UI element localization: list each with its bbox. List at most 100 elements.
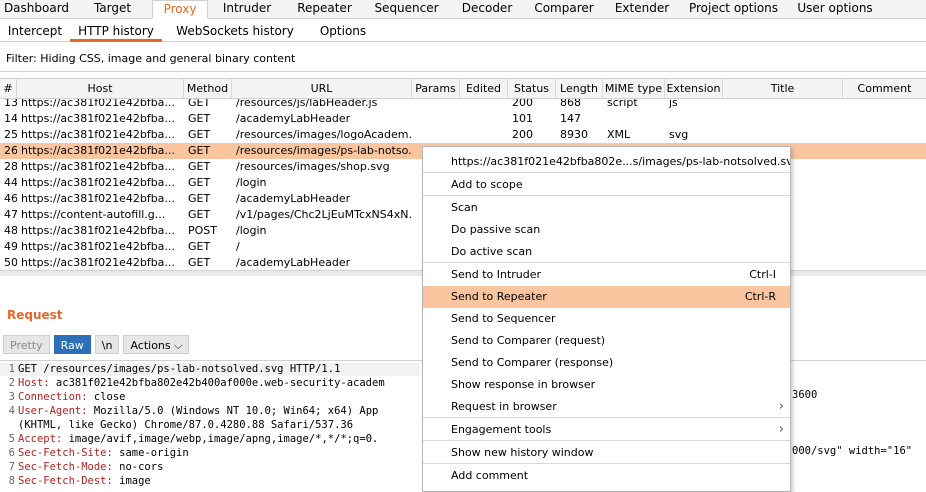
- menu-item-label: Add to scope: [451, 178, 523, 191]
- main-tab-bar: Dashboard Target Proxy Intruder Repeater…: [0, 0, 926, 19]
- row-url: /login: [236, 224, 267, 237]
- tab-sequencer[interactable]: Sequencer: [363, 0, 450, 19]
- row-number: 13: [4, 99, 17, 109]
- menu-item-show-response-in-browser[interactable]: Show response in browser: [423, 374, 790, 396]
- menu-item-do-passive-scan[interactable]: Do passive scan: [423, 219, 790, 241]
- hidden-response-fragment: 000/svg" width="16": [792, 445, 913, 457]
- subtab-intercept[interactable]: Intercept: [0, 20, 70, 42]
- row-number: 14: [4, 112, 17, 125]
- menu-item-do-active-scan[interactable]: Do active scan: [423, 241, 790, 263]
- menu-item-label: Send to Intruder: [451, 268, 542, 281]
- subtab-options[interactable]: Options: [308, 20, 378, 42]
- row-url: /login: [236, 176, 267, 189]
- menu-item-send-to-comparer-response[interactable]: Send to Comparer (response): [423, 352, 790, 374]
- line-number: 5: [8, 433, 15, 445]
- col-url[interactable]: URL: [232, 79, 412, 99]
- col-number[interactable]: #: [0, 79, 17, 99]
- tab-intruder[interactable]: Intruder: [208, 0, 286, 19]
- row-url: /: [236, 240, 240, 253]
- tab-proxy[interactable]: Proxy: [152, 0, 208, 19]
- menu-item-send-to-intruder[interactable]: Send to Intruder Ctrl-I: [423, 264, 790, 286]
- menu-item-label: Send to Repeater: [451, 290, 547, 303]
- line-number: 3: [8, 391, 15, 403]
- menu-item-engagement-tools[interactable]: Engagement tools ›: [423, 419, 790, 441]
- row-number: 48: [4, 224, 17, 237]
- menu-separator: [423, 172, 790, 173]
- tab-decoder[interactable]: Decoder: [450, 0, 524, 19]
- raw-button[interactable]: Raw: [53, 335, 91, 354]
- row-number: 50: [4, 256, 17, 269]
- menu-item-label: Show response in browser: [451, 378, 596, 391]
- row-host: https://ac381f021e42bfba...: [21, 99, 175, 109]
- menu-item-label: Scan: [451, 201, 478, 214]
- row-host: https://content-autofill.g...: [21, 208, 166, 221]
- col-edited[interactable]: Edited: [460, 79, 508, 99]
- line-number: 2: [8, 377, 15, 389]
- menu-item-label: Do passive scan: [451, 223, 541, 236]
- col-status[interactable]: Status: [508, 79, 556, 99]
- line-number: 6: [8, 447, 15, 459]
- row-method: GET: [188, 240, 211, 253]
- header-name: Sec-Fetch-Dest:: [18, 475, 113, 487]
- menu-item-show-new-history-window[interactable]: Show new history window: [423, 442, 790, 464]
- line-number: 1: [8, 363, 15, 375]
- header-value: close: [87, 391, 126, 403]
- menu-item-label: Add comment: [451, 469, 529, 482]
- tab-repeater[interactable]: Repeater: [286, 0, 363, 19]
- row-host: https://ac381f021e42bfba...: [21, 192, 175, 205]
- subtab-websockets-history[interactable]: WebSockets history: [162, 20, 308, 42]
- actions-button[interactable]: Actions ⌵: [123, 335, 190, 354]
- tab-project-options[interactable]: Project options: [680, 0, 787, 19]
- table-row[interactable]: 25 https://ac381f021e42bfba... GET/resourc…: [0, 127, 926, 143]
- menu-item-scan[interactable]: Scan: [423, 197, 790, 219]
- row-status: 200: [512, 99, 533, 109]
- row-url: /resources/images/ps-lab-notso...: [236, 144, 412, 157]
- row-length: 147: [560, 112, 581, 125]
- col-comment[interactable]: Comment: [843, 79, 926, 99]
- row-method: GET: [188, 176, 211, 189]
- row-url: /v1/pages/Chc2LjEuMTcxNS4xN...: [236, 208, 412, 221]
- menu-item-send-to-repeater[interactable]: Send to Repeater Ctrl-R: [423, 286, 790, 308]
- row-method: GET: [188, 192, 211, 205]
- menu-item-request-in-browser[interactable]: Request in browser ›: [423, 396, 790, 418]
- col-host[interactable]: Host: [17, 79, 184, 99]
- row-mime-type: [603, 111, 665, 127]
- table-row[interactable]: 14 https://ac381f021e42bfba... GET/academy…: [0, 111, 926, 127]
- col-params[interactable]: Params: [412, 79, 460, 99]
- col-method[interactable]: Method: [184, 79, 232, 99]
- request-line: 6 Sec-Fetch-Site: same-origin: [0, 447, 420, 460]
- col-title[interactable]: Title: [723, 79, 843, 99]
- tab-target[interactable]: Target: [73, 0, 152, 19]
- row-method: GET: [188, 112, 211, 125]
- row-status: 200: [512, 128, 533, 141]
- header-value: no-cors: [112, 461, 164, 473]
- tab-user-options[interactable]: User options: [787, 0, 883, 19]
- request-line: (KHTML, like Gecko) Chrome/87.0.4280.88 …: [0, 419, 420, 432]
- row-url: /academyLabHeader: [236, 112, 351, 125]
- row-method: GET: [188, 128, 211, 141]
- request-line: 3 Connection: close: [0, 391, 420, 404]
- filter-bar[interactable]: Filter: Hiding CSS, image and general bi…: [0, 46, 926, 72]
- menu-item-label: Send to Comparer (request): [451, 334, 606, 347]
- menu-item-label: Show new history window: [451, 446, 594, 459]
- menu-item-shortcut: Ctrl-I: [749, 268, 776, 281]
- header-value: GET /resources/images/ps-lab-notsolved.s…: [18, 363, 341, 375]
- menu-item-label: Do active scan: [451, 245, 533, 258]
- menu-item-add-comment[interactable]: Add comment: [423, 465, 790, 487]
- menu-item-send-to-sequencer[interactable]: Send to Sequencer: [423, 308, 790, 330]
- menu-item-send-to-comparer-request[interactable]: Send to Comparer (request): [423, 330, 790, 352]
- row-number: 47: [4, 208, 17, 221]
- row-extension: [665, 111, 723, 127]
- tab-extender[interactable]: Extender: [604, 0, 680, 19]
- row-url: /resources/images/shop.svg: [236, 160, 390, 173]
- tab-comparer[interactable]: Comparer: [524, 0, 604, 19]
- col-extension[interactable]: Extension: [665, 79, 723, 99]
- menu-item-add-to-scope[interactable]: Add to scope: [423, 174, 790, 196]
- pretty-button[interactable]: Pretty: [3, 335, 50, 354]
- table-row[interactable]: 13 https://ac381f021e42bfba... GET/resourc…: [0, 99, 926, 111]
- newline-toggle-button[interactable]: \n: [94, 335, 120, 354]
- tab-dashboard[interactable]: Dashboard: [0, 0, 73, 19]
- subtab-http-history[interactable]: HTTP history: [70, 20, 162, 42]
- col-length[interactable]: Length: [556, 79, 603, 99]
- col-mime-type[interactable]: MIME type: [603, 79, 665, 99]
